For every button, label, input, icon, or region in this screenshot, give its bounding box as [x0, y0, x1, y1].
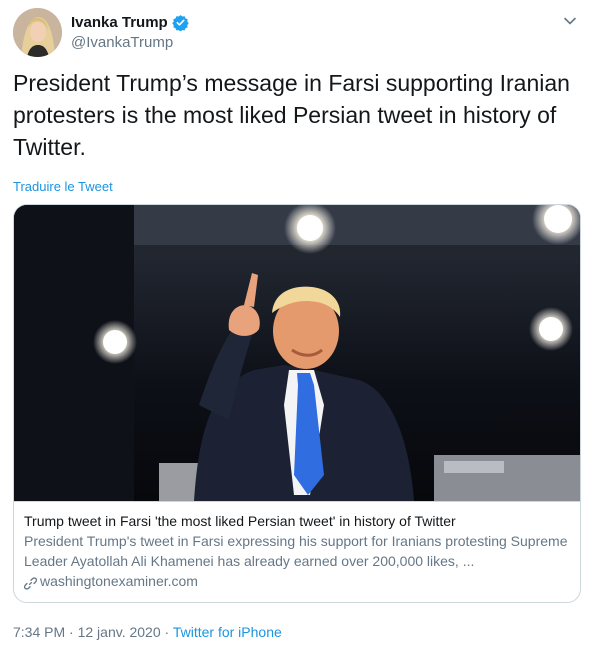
link-icon: [23, 575, 38, 590]
tweet-meta: 7:34 PM · 12 janv. 2020 · Twitter for iP…: [13, 624, 282, 640]
display-name-row[interactable]: Ivanka Trump: [71, 14, 189, 32]
user-handle[interactable]: @IvankaTrump: [71, 34, 189, 51]
translate-tweet-link[interactable]: Traduire le Tweet: [13, 179, 113, 194]
tweet-text: President Trump’s message in Farsi suppo…: [13, 70, 570, 160]
card-body[interactable]: Trump tweet in Farsi 'the most liked Per…: [14, 501, 580, 602]
card-description: President Trump's tweet in Farsi express…: [24, 533, 568, 569]
user-names: Ivanka Trump @IvankaTrump: [71, 14, 189, 51]
meta-separator: ·: [160, 624, 173, 640]
display-name[interactable]: Ivanka Trump: [71, 14, 168, 31]
card-domain: washingtonexaminer.com: [40, 573, 198, 589]
tweet-time[interactable]: 7:34 PM: [13, 624, 65, 640]
chevron-down-icon[interactable]: [563, 14, 577, 28]
tweet-header: Ivanka Trump @IvankaTrump: [13, 8, 581, 60]
link-preview-card[interactable]: Trump tweet in Farsi 'the most liked Per…: [13, 204, 581, 603]
card-photo: [14, 205, 580, 501]
verified-badge-icon: [171, 14, 189, 32]
card-title[interactable]: Trump tweet in Farsi 'the most liked Per…: [24, 511, 570, 531]
tweet-date[interactable]: 12 janv. 2020: [78, 624, 161, 640]
avatar[interactable]: [13, 8, 62, 57]
tweet-source-link[interactable]: Twitter for iPhone: [173, 624, 282, 640]
meta-separator: ·: [65, 624, 78, 640]
card-image[interactable]: [14, 205, 580, 501]
card-domain-row: washingtonexaminer.com: [23, 571, 570, 591]
avatar-image: [13, 8, 62, 57]
